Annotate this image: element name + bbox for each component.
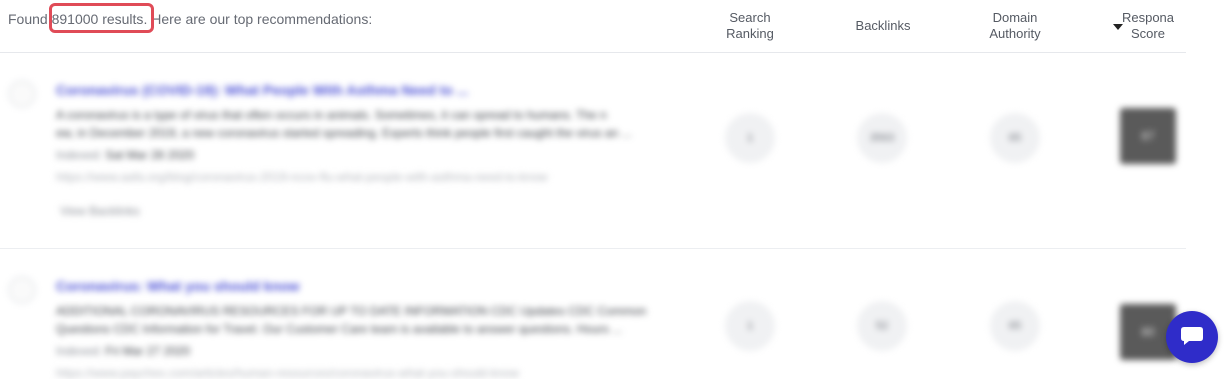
column-header-label: Backlinks: [855, 18, 911, 33]
snippet-line: ADDITIONAL CORONAVIRUS RESOURCES FOR UP …: [56, 304, 647, 318]
select-result-checkbox[interactable]: [8, 80, 36, 108]
result-row: Coronavirus: What you should know ADDITI…: [0, 256, 1186, 379]
result-row: Coronavirus (COVID-19): What People With…: [0, 60, 1186, 248]
column-header-label: Ranking: [726, 26, 774, 41]
date-label: Indexed:: [56, 344, 103, 358]
backlinks-value: 3563: [857, 113, 907, 163]
column-header-label: Authority: [989, 26, 1041, 41]
domain-authority-value: 65: [990, 113, 1040, 163]
result-date: Indexed: Sat Mar 28 2020: [56, 148, 194, 162]
date-label: Indexed:: [56, 148, 103, 162]
respona-score-value: 87: [1120, 108, 1176, 164]
results-count-highlight: [49, 3, 154, 33]
column-header-label: Domain: [992, 10, 1038, 25]
snippet-line: Questions CDC Information for Travel. Ou…: [56, 322, 623, 336]
summary-suffix: . Here are our top recommendations:: [143, 11, 373, 27]
column-header-label: Respona: [1121, 10, 1175, 25]
domain-authority-value: 65: [990, 301, 1040, 351]
snippet-line: ew, in December 2019, a new coronavirus …: [56, 126, 632, 140]
search-ranking-value: 1: [725, 113, 775, 163]
result-url[interactable]: https://www.aafa.org/blog/coronavirus-20…: [56, 170, 548, 184]
column-header-backlinks[interactable]: Backlinks: [846, 18, 920, 34]
column-header-domain-authority[interactable]: Domain Authority: [978, 10, 1052, 42]
column-header-respona-score[interactable]: Respona Score: [1108, 10, 1188, 42]
snippet-line: A coronavirus is a type of virus that of…: [56, 108, 607, 122]
column-header-label: Score: [1131, 26, 1165, 41]
view-backlinks-link[interactable]: View Backlinks: [60, 204, 140, 218]
search-ranking-value: 1: [725, 301, 775, 351]
row-divider: [0, 248, 1186, 249]
chat-bubble-icon: [1181, 327, 1203, 345]
date-value: Sat Mar 28 2020: [105, 148, 195, 162]
column-header-search-ranking[interactable]: Search Ranking: [713, 10, 787, 42]
backlinks-value: 52: [857, 301, 907, 351]
result-date: Indexed: Fri Mar 27 2020: [56, 344, 190, 358]
result-title-link[interactable]: Coronavirus (COVID-19): What People With…: [56, 82, 468, 98]
result-title-link[interactable]: Coronavirus: What you should know: [56, 278, 299, 294]
result-snippet: A coronavirus is a type of virus that of…: [56, 106, 686, 142]
result-url[interactable]: https://www.paychex.com/articles/human-r…: [56, 366, 519, 379]
chat-launcher-button[interactable]: [1166, 311, 1218, 363]
select-result-checkbox[interactable]: [8, 276, 36, 304]
result-snippet: ADDITIONAL CORONAVIRUS RESOURCES FOR UP …: [56, 302, 686, 338]
summary-prefix: Found: [8, 11, 52, 27]
header-divider: [0, 52, 1186, 53]
column-header-label: Search: [729, 10, 771, 25]
date-value: Fri Mar 27 2020: [105, 344, 191, 358]
search-results-page: Found 891000 results. Here are our top r…: [0, 0, 1224, 379]
